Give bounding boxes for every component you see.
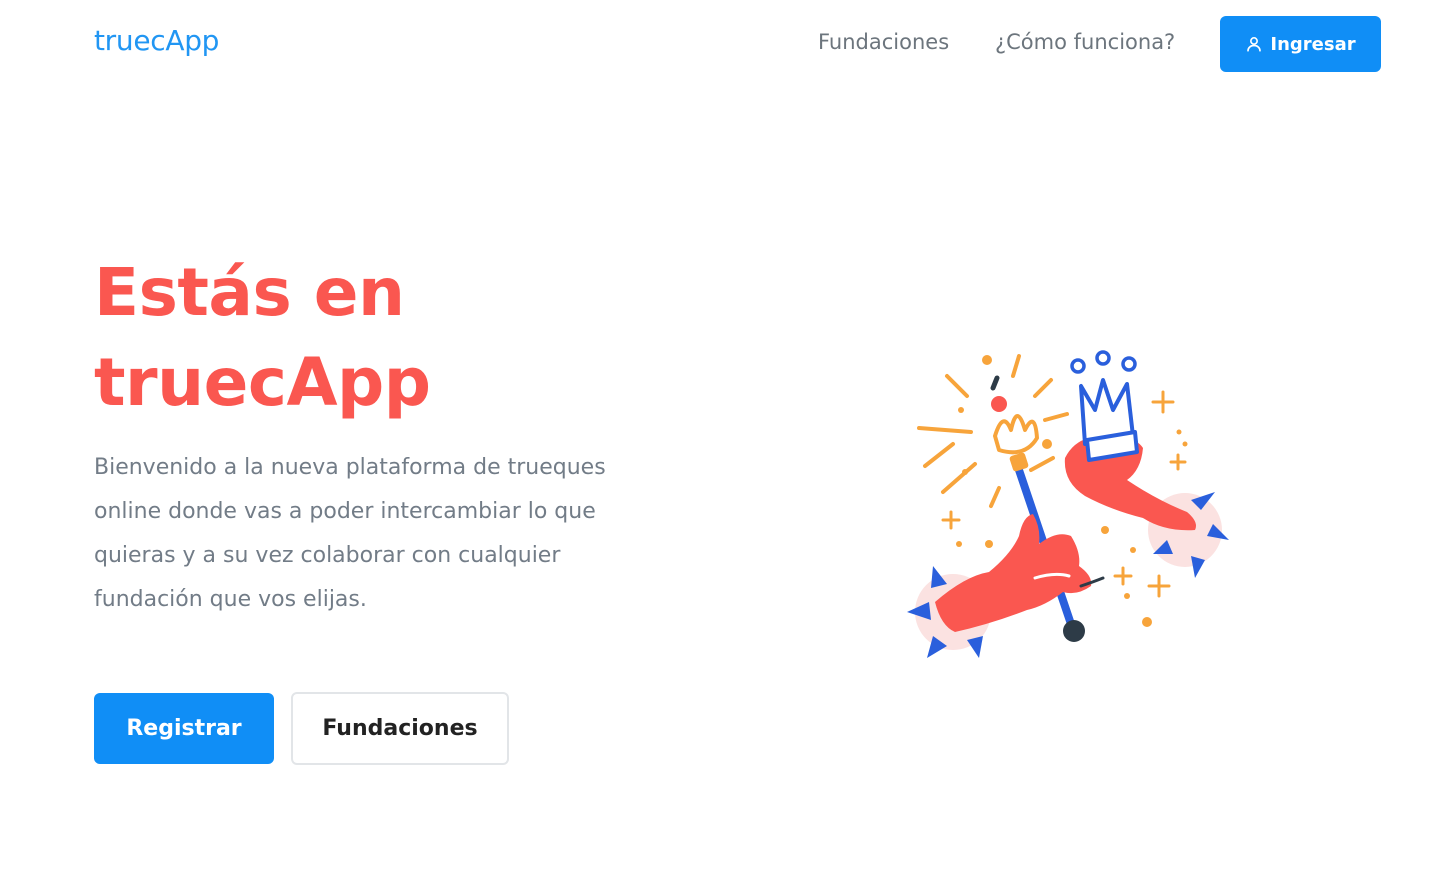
login-button[interactable]: Ingresar [1220, 16, 1381, 72]
nav-link-como-funciona[interactable]: ¿Cómo funciona? [995, 30, 1175, 54]
hands-exchanging-crown-and-scepter-illustration [907, 350, 1229, 658]
register-button[interactable]: Registrar [94, 693, 274, 764]
brand-logo[interactable]: truecApp [94, 24, 219, 57]
hero-title: Estás en truecApp [94, 254, 431, 421]
user-icon [1247, 37, 1262, 52]
hero-description: Bienvenido a la nueva plataforma de true… [94, 455, 606, 612]
foundations-button[interactable]: Fundaciones [291, 692, 509, 765]
navbar: truecApp Fundaciones ¿Cómo funciona? Ing… [0, 0, 1456, 88]
login-button-label: Ingresar [1270, 33, 1356, 55]
nav-link-fundaciones[interactable]: Fundaciones [818, 30, 949, 54]
